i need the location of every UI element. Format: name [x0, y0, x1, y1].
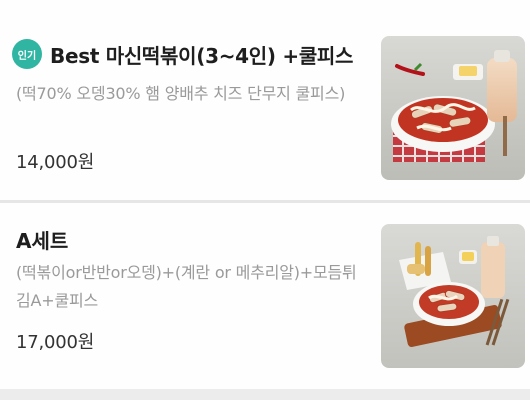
- menu-item-image[interactable]: [381, 36, 525, 180]
- menu-item-title-row: 인기 Best 마신떡볶이(3~4인) +쿨피스: [12, 39, 372, 69]
- menu-item-price: 14,000원: [16, 152, 95, 173]
- menu-item-a-set[interactable]: A세트 (떡볶이or반반or오뎅)+(계란 or 메추리알)+모듬튀김A+쿨피스…: [0, 203, 530, 389]
- popular-badge: 인기: [12, 39, 42, 69]
- tteokbokki-photo-icon: [381, 36, 525, 180]
- menu-item-best-masin-tteokbokki[interactable]: 인기 Best 마신떡볶이(3~4인) +쿨피스 (떡70% 오뎅30% 햄 양…: [0, 0, 530, 200]
- tteokbokki-set-photo-icon: [381, 224, 525, 368]
- menu-item-price: 17,000원: [16, 332, 95, 353]
- menu-item-image[interactable]: [381, 224, 525, 368]
- menu-item-title: Best 마신떡볶이(3~4인) +쿨피스: [50, 43, 354, 68]
- menu-list: 인기 Best 마신떡볶이(3~4인) +쿨피스 (떡70% 오뎅30% 햄 양…: [0, 0, 530, 400]
- menu-item-description: (떡70% 오뎅30% 햄 양배추 치즈 단무지 쿨피스): [16, 84, 346, 103]
- list-bottom-divider: [0, 389, 530, 400]
- menu-item-description: (떡볶이or반반or오뎅)+(계란 or 메추리알)+모듬튀김A+쿨피스: [16, 263, 357, 310]
- menu-item-title: A세트: [16, 229, 69, 253]
